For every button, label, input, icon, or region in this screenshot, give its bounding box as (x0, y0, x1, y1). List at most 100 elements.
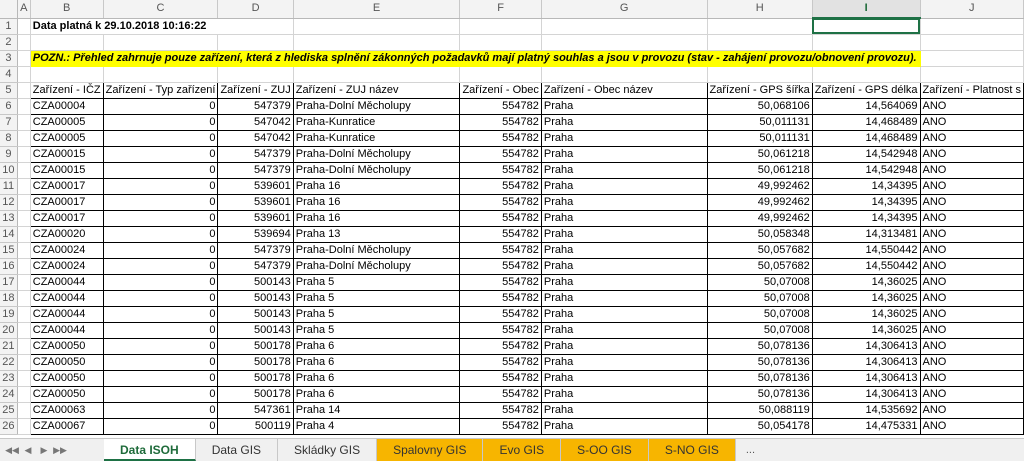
cell[interactable] (17, 98, 31, 115)
cell[interactable] (17, 210, 31, 227)
table-cell[interactable]: CZA00044 (30, 322, 104, 339)
table-cell[interactable]: 547379 (217, 258, 294, 275)
sheet-tab[interactable]: Data GIS (196, 439, 279, 461)
table-cell[interactable]: 50,068106 (707, 98, 813, 115)
table-cell[interactable]: 14,36025 (812, 290, 921, 307)
table-cell[interactable]: 0 (103, 306, 219, 323)
column-header-i[interactable]: I (812, 0, 921, 19)
table-cell[interactable]: 554782 (459, 386, 542, 403)
table-cell[interactable]: Praha (541, 146, 708, 163)
table-cell[interactable]: 554782 (459, 258, 542, 275)
table-cell[interactable]: 554782 (459, 290, 542, 307)
row-header[interactable]: 22 (0, 354, 18, 371)
table-cell[interactable]: 554782 (459, 242, 542, 259)
table-cell[interactable]: 500178 (217, 386, 294, 403)
table-cell[interactable]: CZA00067 (30, 418, 104, 435)
cell[interactable] (920, 34, 1024, 51)
table-cell[interactable]: 14,306413 (812, 386, 921, 403)
table-cell[interactable]: 14,34395 (812, 178, 921, 195)
cell[interactable] (17, 162, 31, 179)
table-cell[interactable]: Praha (541, 130, 708, 147)
table-cell[interactable]: Praha-Kunratice (293, 114, 461, 131)
table-cell[interactable]: 50,011131 (707, 130, 813, 147)
table-cell[interactable]: Praha 5 (293, 322, 461, 339)
table-cell[interactable]: 50,078136 (707, 370, 813, 387)
sheet-tab[interactable]: Skládky GIS (278, 439, 378, 461)
cell[interactable] (17, 82, 31, 99)
cell[interactable] (293, 18, 461, 35)
table-cell[interactable]: 14,468489 (812, 114, 921, 131)
table-cell[interactable]: 0 (103, 354, 219, 371)
table-cell[interactable]: ANO (920, 338, 1024, 355)
table-header-cell[interactable]: Zařízení - Platnost s (920, 82, 1024, 99)
table-cell[interactable]: ANO (920, 130, 1024, 147)
table-cell[interactable]: 50,057682 (707, 258, 813, 275)
table-header-cell[interactable]: Zařízení - ZUJ název (293, 82, 461, 99)
table-cell[interactable]: ANO (920, 98, 1024, 115)
table-cell[interactable]: CZA00044 (30, 290, 104, 307)
table-cell[interactable]: 0 (103, 242, 219, 259)
column-header-j[interactable]: J (920, 0, 1024, 19)
table-cell[interactable]: CZA00050 (30, 370, 104, 387)
cell[interactable] (920, 50, 1024, 67)
table-cell[interactable]: 14,306413 (812, 354, 921, 371)
table-cell[interactable]: 50,058348 (707, 226, 813, 243)
table-cell[interactable]: ANO (920, 226, 1024, 243)
table-cell[interactable]: CZA00044 (30, 306, 104, 323)
table-cell[interactable]: 14,36025 (812, 274, 921, 291)
table-cell[interactable]: Praha (541, 210, 708, 227)
row-header[interactable]: 26 (0, 418, 18, 435)
table-cell[interactable]: Praha (541, 258, 708, 275)
table-cell[interactable]: 0 (103, 130, 219, 147)
table-cell[interactable]: ANO (920, 194, 1024, 211)
table-cell[interactable]: CZA00015 (30, 146, 104, 163)
row-header[interactable]: 15 (0, 242, 18, 259)
cell[interactable] (293, 34, 461, 51)
table-cell[interactable]: 554782 (459, 98, 542, 115)
table-cell[interactable]: 14,306413 (812, 338, 921, 355)
table-cell[interactable]: Praha (541, 354, 708, 371)
table-cell[interactable]: Praha (541, 386, 708, 403)
table-cell[interactable]: 0 (103, 402, 219, 419)
table-cell[interactable]: 500143 (217, 322, 294, 339)
cell[interactable] (17, 306, 31, 323)
select-all-corner[interactable] (0, 0, 18, 19)
table-cell[interactable]: 50,078136 (707, 354, 813, 371)
cell[interactable] (17, 194, 31, 211)
sheet-tab[interactable]: S-NO GIS (648, 439, 736, 461)
table-cell[interactable]: CZA00063 (30, 402, 104, 419)
last-sheet-icon[interactable]: ▶▶ (52, 439, 68, 461)
table-cell[interactable]: 500143 (217, 290, 294, 307)
cell[interactable] (541, 34, 708, 51)
worksheet-table[interactable]: ABCDEFGHIJ 1 Data platná k 29.10.2018 10… (0, 0, 1024, 435)
row-header[interactable]: 8 (0, 130, 18, 147)
cell[interactable] (459, 66, 542, 83)
table-cell[interactable]: ANO (920, 354, 1024, 371)
cell[interactable] (17, 386, 31, 403)
table-cell[interactable]: 50,078136 (707, 386, 813, 403)
table-cell[interactable]: CZA00024 (30, 242, 104, 259)
table-cell[interactable]: 539601 (217, 210, 294, 227)
table-cell[interactable]: 0 (103, 386, 219, 403)
table-cell[interactable]: 500143 (217, 274, 294, 291)
table-cell[interactable]: Praha 6 (293, 338, 461, 355)
cell[interactable] (920, 66, 1024, 83)
table-header-cell[interactable]: Zařízení - GPS šířka (707, 82, 813, 99)
table-cell[interactable]: 50,061218 (707, 162, 813, 179)
table-cell[interactable]: Praha (541, 226, 708, 243)
table-cell[interactable]: CZA00004 (30, 98, 104, 115)
table-cell[interactable]: Praha (541, 98, 708, 115)
table-cell[interactable]: 554782 (459, 338, 542, 355)
table-cell[interactable]: 547042 (217, 114, 294, 131)
table-cell[interactable]: Praha 6 (293, 370, 461, 387)
row-header[interactable]: 25 (0, 402, 18, 419)
row-header[interactable]: 12 (0, 194, 18, 211)
table-cell[interactable]: 14,550442 (812, 258, 921, 275)
table-cell[interactable]: 539601 (217, 178, 294, 195)
table-cell[interactable]: 0 (103, 226, 219, 243)
cell[interactable] (812, 34, 921, 51)
cell[interactable] (17, 290, 31, 307)
cell[interactable] (17, 114, 31, 131)
sheet-tab[interactable]: Spalovny GIS (377, 439, 484, 461)
cell[interactable] (17, 274, 31, 291)
